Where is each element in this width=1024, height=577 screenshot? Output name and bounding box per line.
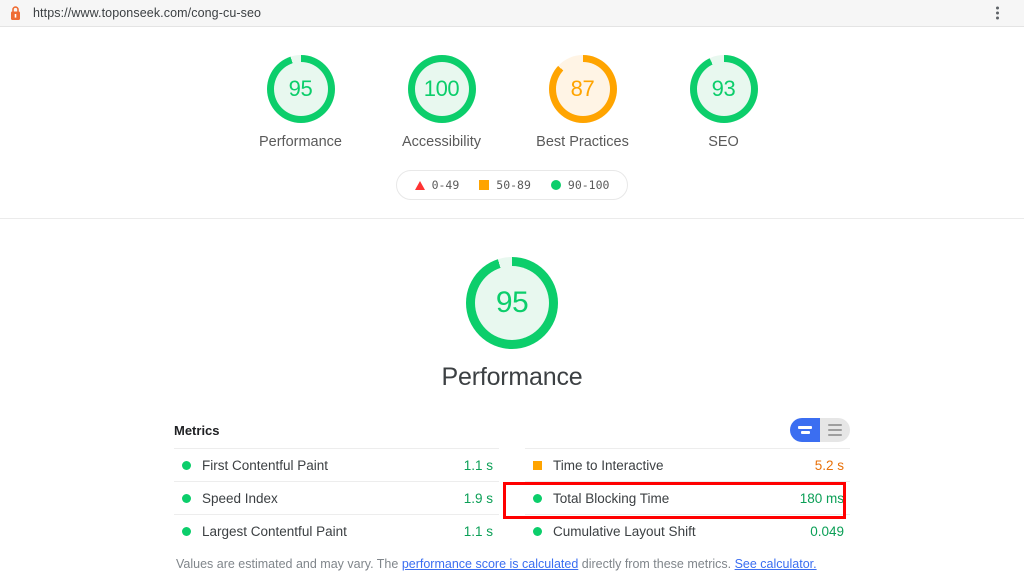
performance-score-value: 95 xyxy=(496,286,528,320)
kebab-menu-icon[interactable] xyxy=(993,4,1002,23)
metric-status-circle-icon xyxy=(182,527,191,536)
metric-name: Speed Index xyxy=(202,491,464,506)
score-value: 93 xyxy=(712,76,736,102)
score-donut: 95 xyxy=(267,55,335,123)
performance-score-link[interactable]: performance score is calculated xyxy=(402,557,578,571)
category-gauge-seo[interactable]: 93 SEO xyxy=(669,55,779,150)
metric-name: Largest Contentful Paint xyxy=(202,524,464,539)
metric-row[interactable]: Cumulative Layout Shift 0.049 xyxy=(525,514,850,547)
score-donut: 87 xyxy=(549,55,617,123)
score-value: 95 xyxy=(289,76,313,102)
url-text[interactable]: https://www.toponseek.com/cong-cu-seo xyxy=(33,6,261,20)
metrics-view-toggle[interactable] xyxy=(790,418,850,442)
score-donut: 100 xyxy=(408,55,476,123)
metric-row[interactable]: Total Blocking Time 180 ms xyxy=(525,481,850,514)
score-legend-wrap: 0-49 50-89 90-100 xyxy=(0,170,1024,200)
metric-value: 180 ms xyxy=(800,491,850,506)
square-icon xyxy=(479,180,489,190)
metrics-block: Metrics First Contentful Paint 1.1 s xyxy=(174,418,850,547)
category-label: Accessibility xyxy=(402,134,481,150)
browser-toolbar: https://www.toponseek.com/cong-cu-seo xyxy=(0,0,1024,27)
metric-row[interactable]: Speed Index 1.9 s xyxy=(174,481,499,514)
score-value: 87 xyxy=(571,76,595,102)
metric-status-square-icon xyxy=(533,461,542,470)
metric-value: 1.9 s xyxy=(464,491,499,506)
metric-value: 1.1 s xyxy=(464,524,499,539)
triangle-icon xyxy=(415,181,425,190)
legend-range: 0-49 xyxy=(432,178,460,192)
category-label: SEO xyxy=(708,134,739,150)
metric-name: Total Blocking Time xyxy=(553,491,800,506)
metric-name: Time to Interactive xyxy=(553,458,815,473)
score-legend: 0-49 50-89 90-100 xyxy=(396,170,629,200)
metrics-disclaimer: Values are estimated and may vary. The p… xyxy=(174,556,850,574)
performance-gauge-wrap: 95 Performance xyxy=(0,257,1024,392)
metric-row[interactable]: Largest Contentful Paint 1.1 s xyxy=(174,514,499,547)
category-gauge-performance[interactable]: 95 Performance xyxy=(246,55,356,150)
metrics-column-right: Time to Interactive 5.2 s Total Blocking… xyxy=(525,448,850,547)
category-label: Best Practices xyxy=(536,134,629,150)
metrics-heading: Metrics xyxy=(174,423,220,438)
performance-title: Performance xyxy=(442,363,583,392)
category-gauge-accessibility[interactable]: 100 Accessibility xyxy=(387,55,497,150)
metric-name: First Contentful Paint xyxy=(202,458,464,473)
disclaimer-text-part1: Values are estimated and may vary. The xyxy=(176,557,402,571)
lighthouse-report: 95 Performance 100 Accessibility 87 Best… xyxy=(0,27,1024,577)
metric-value: 0.049 xyxy=(810,524,850,539)
category-label: Performance xyxy=(259,134,342,150)
metric-status-circle-icon xyxy=(533,527,542,536)
metric-status-circle-icon xyxy=(182,494,191,503)
toggle-expanded-view[interactable] xyxy=(790,418,820,442)
metric-value: 5.2 s xyxy=(815,458,850,473)
performance-section: 95 Performance Metrics xyxy=(0,219,1024,577)
score-value: 100 xyxy=(424,76,460,102)
metric-name: Cumulative Layout Shift xyxy=(553,524,810,539)
metrics-columns: First Contentful Paint 1.1 s Speed Index… xyxy=(174,448,850,547)
metric-row[interactable]: Time to Interactive 5.2 s xyxy=(525,448,850,481)
legend-item-average: 50-89 xyxy=(479,178,531,192)
performance-score-donut: 95 xyxy=(466,257,558,349)
metric-row[interactable]: First Contentful Paint 1.1 s xyxy=(174,448,499,481)
metrics-header: Metrics xyxy=(174,418,850,442)
category-gauges-row: 95 Performance 100 Accessibility 87 Best… xyxy=(0,55,1024,150)
metric-status-circle-icon xyxy=(533,494,542,503)
category-gauge-best-practices[interactable]: 87 Best Practices xyxy=(528,55,638,150)
metric-value: 1.1 s xyxy=(464,458,499,473)
metrics-column-left: First Contentful Paint 1.1 s Speed Index… xyxy=(174,448,499,547)
metric-status-circle-icon xyxy=(182,461,191,470)
see-calculator-link[interactable]: See calculator. xyxy=(735,557,817,571)
toggle-collapsed-view[interactable] xyxy=(820,418,850,442)
legend-range: 90-100 xyxy=(568,178,610,192)
insecure-lock-icon[interactable] xyxy=(8,5,23,21)
disclaimer-text-part2: directly from these metrics. xyxy=(578,557,734,571)
legend-item-pass: 90-100 xyxy=(551,178,610,192)
legend-item-fail: 0-49 xyxy=(415,178,460,192)
legend-range: 50-89 xyxy=(496,178,531,192)
score-donut: 93 xyxy=(690,55,758,123)
circle-icon xyxy=(551,180,561,190)
category-scores-section: 95 Performance 100 Accessibility 87 Best… xyxy=(0,27,1024,219)
